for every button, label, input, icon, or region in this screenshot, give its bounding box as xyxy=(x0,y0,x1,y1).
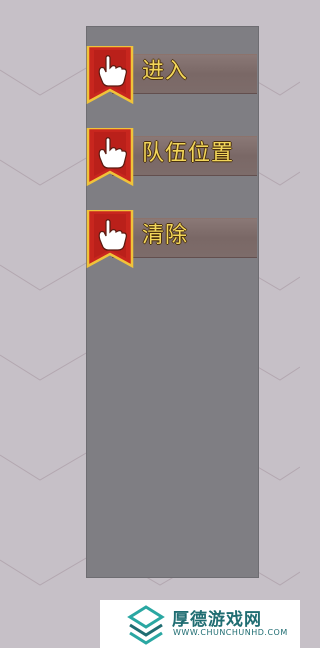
menu-item-label: 清除 xyxy=(142,223,189,248)
menu-item-team-position[interactable]: 队伍位置 xyxy=(86,124,259,187)
site-logo-icon xyxy=(127,605,165,645)
hand-pointer-icon xyxy=(86,46,134,105)
watermark-subtitle: WWW.CHUNCHUNHD.COM xyxy=(173,628,288,637)
hand-pointer-icon xyxy=(86,210,134,269)
watermark-title: 厚德游戏网 xyxy=(172,610,262,630)
site-watermark: 厚德游戏网 WWW.CHUNCHUNHD.COM xyxy=(100,600,300,648)
context-menu-panel: 进入 队伍位置 清除 xyxy=(86,26,259,578)
menu-item-clear[interactable]: 清除 xyxy=(86,206,259,269)
hand-pointer-icon xyxy=(86,128,134,187)
menu-item-label: 队伍位置 xyxy=(142,141,235,166)
menu-item-label: 进入 xyxy=(142,59,189,84)
menu-item-enter[interactable]: 进入 xyxy=(86,42,259,105)
